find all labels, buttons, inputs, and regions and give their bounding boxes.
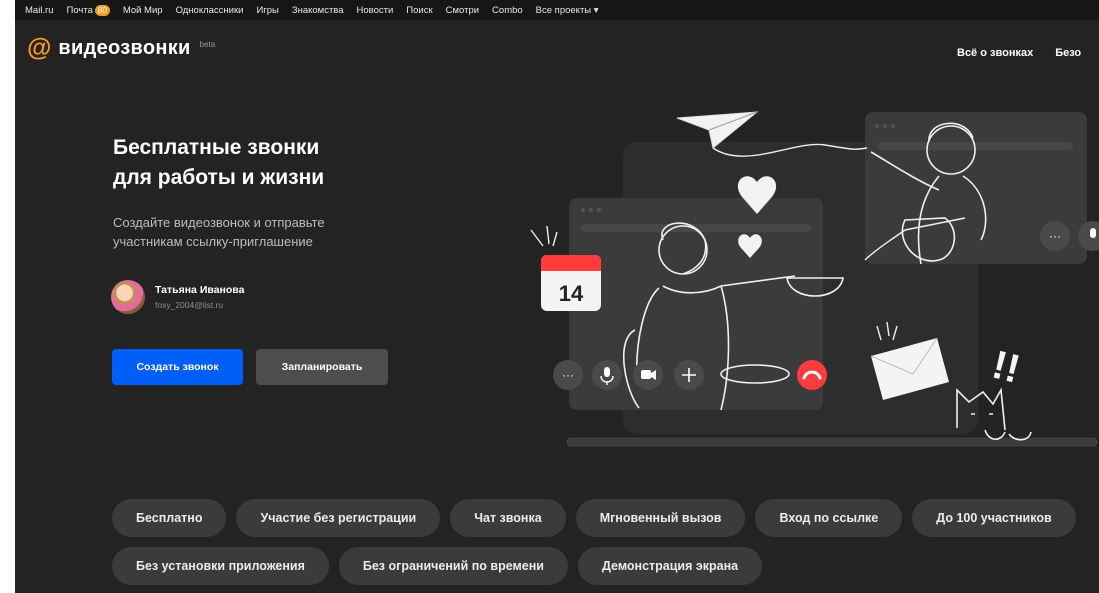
nav-link-about-calls[interactable]: Всё о звонках [957, 47, 1033, 59]
portal-link-mailru[interactable]: Mail.ru [25, 5, 54, 16]
feature-chip-free[interactable]: Бесплатно [112, 499, 227, 537]
feature-chip-link-join[interactable]: Вход по ссылке [755, 499, 903, 537]
exclamation-marks: !! [988, 343, 1024, 392]
nav-link-security[interactable]: Безо [1055, 47, 1081, 59]
feature-chip-no-registration[interactable]: Участие без регистрации [236, 499, 441, 537]
portal-link-mail[interactable]: Почта 80 [66, 4, 110, 16]
portal-link-combo[interactable]: Combo [492, 5, 523, 16]
feature-chips: Бесплатно Участие без регистрации Чат зв… [112, 499, 1099, 593]
schedule-button[interactable]: Запланировать [256, 349, 388, 385]
feature-chip-100-participants[interactable]: До 100 участников [912, 499, 1076, 537]
feature-chip-no-time-limit[interactable]: Без ограничений по времени [338, 547, 568, 585]
logo-at-icon: @ [27, 34, 52, 62]
avatar [111, 280, 145, 314]
create-call-button[interactable]: Создать звонок [112, 349, 243, 385]
portal-link-my-world[interactable]: Мой Мир [123, 5, 163, 16]
hero-illustration: 14 !! ··· ··· [530, 111, 1099, 447]
portal-link-watch[interactable]: Смотри [446, 5, 479, 16]
hero-subtitle-line-2: участникам ссылку-приглашение [113, 234, 313, 249]
portal-link-all-projects[interactable]: Все проекты ▾ [536, 5, 599, 16]
user-email: foxy_2004@list.ru [155, 300, 224, 310]
logo-text: видеозвонки [58, 37, 191, 59]
user-card[interactable]: Татьяна Иванова foxy_2004@list.ru [111, 280, 244, 314]
logo[interactable]: @ видеозвонки beta [27, 36, 215, 61]
feature-chip-no-install[interactable]: Без установки приложения [112, 547, 329, 585]
portal-navbar: Mail.ru Почта 80 Мой Мир Одноклассники Иг… [15, 0, 1099, 20]
calendar-day: 14 [559, 281, 584, 306]
feature-chips-row-2: Без установки приложения Без ограничений… [112, 547, 1099, 585]
hero-title-line-1: Бесплатные звонки [113, 136, 320, 159]
hero-subtitle-line-1: Создайте видеозвонок и отправьте [113, 215, 325, 230]
portal-link-mail-label: Почта [66, 4, 93, 16]
user-name: Татьяна Иванова [155, 284, 245, 296]
feature-chip-screen-share[interactable]: Демонстрация экрана [577, 547, 763, 585]
portal-link-dating[interactable]: Знакомства [292, 5, 344, 16]
portal-link-search[interactable]: Поиск [406, 5, 432, 16]
svg-text:···: ··· [562, 368, 574, 382]
app-screen: Mail.ru Почта 80 Мой Мир Одноклассники Иг… [15, 0, 1099, 593]
hero-title: Бесплатные звонки для работы и жизни [113, 133, 413, 193]
hangup-icon [797, 360, 827, 390]
feature-chips-row-1: Бесплатно Участие без регистрации Чат зв… [112, 499, 1099, 537]
feature-chip-instant-call[interactable]: Мгновенный вызов [575, 499, 746, 537]
feature-chip-chat[interactable]: Чат звонка [450, 499, 566, 537]
hero-title-line-2: для работы и жизни [113, 166, 325, 189]
user-info: Татьяна Иванова foxy_2004@list.ru [155, 284, 244, 310]
calendar-icon: 14 [541, 255, 601, 311]
logo-beta-label: beta [199, 39, 216, 49]
portal-link-news[interactable]: Новости [357, 5, 394, 16]
header-nav: Всё о звонках Безо [957, 47, 1081, 59]
portal-link-odnoklassniki[interactable]: Одноклассники [176, 5, 244, 16]
mail-count-badge: 80 [94, 4, 110, 16]
portal-link-games[interactable]: Игры [256, 5, 278, 16]
svg-text:···: ··· [1049, 229, 1061, 243]
hero-subtitle: Создайте видеозвонок и отправьте участни… [113, 213, 393, 251]
